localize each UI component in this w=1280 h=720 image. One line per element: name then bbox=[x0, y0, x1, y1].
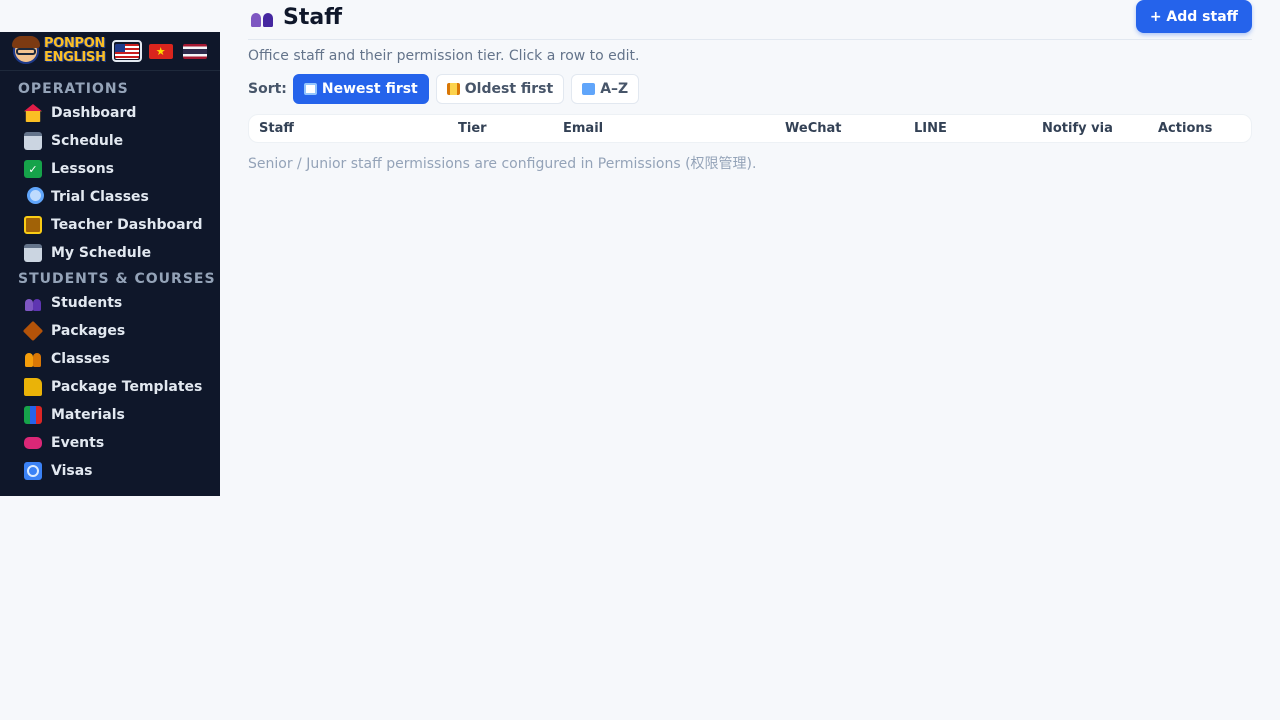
abc-icon bbox=[582, 83, 596, 95]
us-flag-icon bbox=[114, 43, 139, 59]
calendar-icon bbox=[24, 132, 42, 150]
vietnam-flag-icon: ★ bbox=[148, 43, 173, 59]
sidebar-item-events[interactable]: Events bbox=[0, 429, 220, 457]
column-header-wechat[interactable]: WeChat bbox=[785, 121, 841, 136]
sidebar-item-schedule[interactable]: Schedule bbox=[0, 127, 220, 155]
people-icon bbox=[24, 294, 42, 312]
sidebar-item-package-templates[interactable]: Package Templates bbox=[0, 373, 220, 401]
sidebar-item-materials[interactable]: Materials bbox=[0, 401, 220, 429]
sidebar-item-packages[interactable]: Packages bbox=[0, 317, 220, 345]
sort-newest-button[interactable]: Newest first bbox=[292, 74, 429, 104]
sort-bar: Sort: Newest first Oldest first A–Z bbox=[248, 74, 1252, 104]
magnifier-icon bbox=[24, 188, 42, 206]
brand-bar: PONPON ENGLISH ★ bbox=[0, 32, 220, 71]
teacher-icon bbox=[24, 216, 42, 234]
sidebar-item-label: Events bbox=[51, 435, 105, 451]
brand-logo[interactable]: PONPON ENGLISH bbox=[44, 37, 106, 65]
calendar-icon bbox=[24, 244, 42, 262]
column-header-tier[interactable]: Tier bbox=[458, 121, 487, 136]
staff-table: Staff Tier Email WeChat LINE Notify via … bbox=[248, 114, 1252, 143]
passport-icon bbox=[24, 462, 42, 480]
sidebar-item-label: Teacher Dashboard bbox=[51, 217, 203, 233]
sidebar-item-my-schedule[interactable]: My Schedule bbox=[0, 239, 220, 267]
section-students-courses: STUDENTS & COURSES bbox=[18, 271, 216, 287]
new-icon bbox=[303, 83, 317, 95]
mascot-logo-icon bbox=[10, 35, 42, 67]
folder-icon bbox=[24, 378, 42, 396]
sort-option-label: Newest first bbox=[321, 81, 418, 97]
sidebar-item-lessons[interactable]: ✓ Lessons bbox=[0, 155, 220, 183]
sort-oldest-button[interactable]: Oldest first bbox=[435, 74, 565, 104]
language-english-button[interactable] bbox=[111, 40, 142, 62]
scroll-icon bbox=[446, 83, 460, 95]
sidebar-item-dashboard[interactable]: Dashboard bbox=[0, 99, 220, 127]
add-staff-button[interactable]: + Add staff bbox=[1135, 0, 1252, 33]
sidebar: PONPON ENGLISH ★ OPERATIONS Dashboard Sc… bbox=[0, 32, 220, 496]
children-icon bbox=[24, 350, 42, 368]
ticket-icon bbox=[24, 437, 42, 449]
sidebar-item-label: Trial Classes bbox=[51, 189, 149, 205]
sort-az-button[interactable]: A–Z bbox=[571, 74, 640, 104]
page-title: Staff bbox=[283, 5, 343, 30]
language-vietnamese-button[interactable]: ★ bbox=[146, 40, 176, 62]
books-icon bbox=[24, 406, 42, 424]
sidebar-item-label: Lessons bbox=[51, 161, 114, 177]
sidebar-item-students[interactable]: Students bbox=[0, 289, 220, 317]
logo-line-2: ENGLISH bbox=[44, 50, 106, 65]
sidebar-item-label: Classes bbox=[51, 351, 111, 367]
column-header-line[interactable]: LINE bbox=[914, 121, 947, 136]
package-icon bbox=[22, 320, 44, 342]
language-thai-button[interactable] bbox=[180, 40, 210, 62]
people-icon bbox=[251, 9, 273, 27]
sidebar-item-classes[interactable]: Classes bbox=[0, 345, 220, 373]
page-subtitle: Office staff and their permission tier. … bbox=[248, 48, 640, 64]
sort-label: Sort: bbox=[248, 81, 287, 97]
logo-line-1: PONPON bbox=[44, 36, 106, 51]
sidebar-item-label: Visas bbox=[51, 463, 93, 479]
section-operations: OPERATIONS bbox=[18, 81, 129, 97]
column-header-staff[interactable]: Staff bbox=[259, 121, 294, 136]
sidebar-item-label: Students bbox=[51, 295, 123, 311]
sidebar-item-label: Schedule bbox=[51, 133, 124, 149]
sidebar-item-label: Dashboard bbox=[51, 105, 137, 121]
column-header-actions[interactable]: Actions bbox=[1158, 121, 1212, 136]
sidebar-item-visas[interactable]: Visas bbox=[0, 457, 220, 485]
column-header-notify-via[interactable]: Notify via bbox=[1042, 121, 1113, 136]
page-header: Staff + Add staff bbox=[248, 0, 1252, 40]
column-header-email[interactable]: Email bbox=[563, 121, 603, 136]
sidebar-item-label: Package Templates bbox=[51, 379, 203, 395]
sidebar-item-trial-classes[interactable]: Trial Classes bbox=[0, 183, 220, 211]
sort-option-label: A–Z bbox=[600, 81, 629, 97]
sidebar-item-teacher-dashboard[interactable]: Teacher Dashboard bbox=[0, 211, 220, 239]
check-icon: ✓ bbox=[24, 160, 42, 178]
sidebar-item-label: Packages bbox=[51, 323, 126, 339]
house-icon bbox=[24, 104, 42, 122]
main-content: Staff + Add staff Office staff and their… bbox=[248, 0, 1252, 173]
sidebar-item-label: Materials bbox=[51, 407, 125, 423]
sort-option-label: Oldest first bbox=[464, 81, 554, 97]
thailand-flag-icon bbox=[182, 43, 207, 59]
sidebar-item-label: My Schedule bbox=[51, 245, 152, 261]
title-wrap: Staff bbox=[248, 5, 342, 30]
permissions-footnote: Senior / Junior staff permissions are co… bbox=[248, 156, 757, 172]
